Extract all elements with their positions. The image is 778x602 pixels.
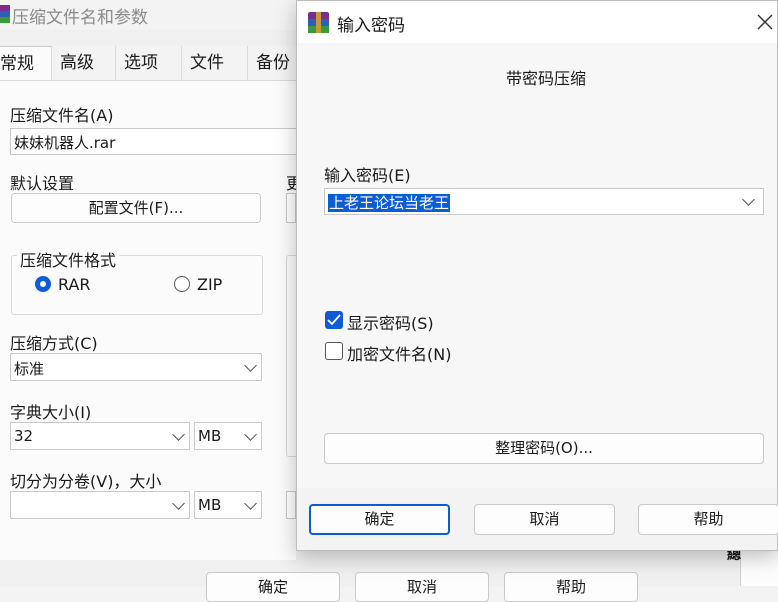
chevron-down-icon[interactable] (742, 193, 755, 206)
organize-passwords-button[interactable]: 整理密码(O)... (324, 433, 764, 464)
method-select[interactable]: 标准 (10, 353, 262, 381)
profiles-button[interactable]: 配置文件(F)... (11, 193, 261, 223)
checkmark-icon (327, 314, 341, 326)
dialog-header: 带密码压缩 (506, 69, 587, 88)
close-icon[interactable] (757, 14, 773, 30)
show-password-checkbox[interactable] (325, 311, 343, 329)
dict-select-value: 32 (14, 427, 34, 445)
encrypt-filenames-checkbox[interactable] (325, 342, 343, 360)
chevron-down-icon (244, 428, 257, 441)
chevron-down-icon (172, 428, 185, 441)
chevron-down-icon (172, 497, 185, 510)
format-rar-label: RAR (58, 275, 91, 294)
split-label: 切分为分卷(V)，大小 (10, 472, 162, 491)
split-unit-value: MB (198, 496, 222, 514)
archive-name-label: 压缩文件名(A) (10, 106, 114, 125)
bg-help-button[interactable]: 帮助 (504, 572, 638, 602)
update-mode-select-partial[interactable] (286, 193, 296, 223)
split-select[interactable] (10, 491, 190, 519)
show-password-label[interactable]: 显示密码(S) (347, 310, 434, 334)
winrar-icon (308, 12, 329, 33)
chevron-down-icon (244, 359, 257, 372)
bg-window-title: 压缩文件名和参数 (12, 8, 148, 28)
password-value: 上老王论坛当老王 (328, 194, 451, 212)
ok-button[interactable]: 确定 (309, 504, 450, 535)
bg-tab-bar: 常规 高级 选项 文件 备份 (0, 46, 308, 80)
bg-ok-button[interactable]: 确定 (206, 572, 340, 602)
help-button[interactable]: 帮助 (638, 504, 778, 535)
method-label: 压缩方式(C) (10, 334, 98, 353)
bg-button-bar: 确定 取消 帮助 (0, 560, 778, 602)
tab-options[interactable]: 选项 (116, 46, 182, 80)
method-select-value: 标准 (14, 360, 45, 378)
password-input[interactable]: 上老王论坛当老王 (324, 188, 764, 215)
defaults-label: 默认设置 (10, 174, 75, 193)
format-rar-radio[interactable] (35, 276, 51, 292)
encrypt-filenames-label[interactable]: 加密文件名(N) (347, 341, 451, 365)
bg-cancel-button[interactable]: 取消 (355, 572, 489, 602)
dialog-title: 输入密码 (337, 16, 405, 36)
chevron-down-icon (244, 497, 257, 510)
dialog-titlebar: 输入密码 (297, 1, 777, 43)
winrar-icon (0, 5, 10, 23)
bg-titlebar: 压缩文件名和参数 (0, 0, 300, 30)
dict-select[interactable]: 32 (10, 422, 190, 450)
tab-files[interactable]: 文件 (182, 46, 248, 80)
dict-unit-select[interactable]: MB (194, 422, 262, 450)
set-password-button-partial[interactable] (286, 491, 296, 519)
password-dialog: 输入密码 带密码压缩 输入密码(E) 上老王论坛当老王 显示密码(S) 加密文件… (296, 0, 778, 551)
dict-unit-value: MB (198, 427, 222, 445)
split-unit-select[interactable]: MB (194, 491, 262, 519)
dict-label: 字典大小(I) (10, 403, 92, 422)
tab-advanced[interactable]: 高级 (52, 46, 116, 80)
archive-name-input[interactable]: 妹妹机器人.rar (10, 128, 300, 155)
tab-general[interactable]: 常规 (0, 46, 52, 80)
password-label: 输入密码(E) (324, 166, 411, 185)
format-zip-label: ZIP (197, 275, 223, 294)
format-zip-radio[interactable] (174, 276, 190, 292)
dialog-body: 带密码压缩 输入密码(E) 上老王论坛当老王 显示密码(S) 加密文件名(N) … (297, 43, 777, 488)
format-group-label: 压缩文件格式 (17, 247, 120, 271)
cancel-button[interactable]: 取消 (474, 504, 615, 535)
